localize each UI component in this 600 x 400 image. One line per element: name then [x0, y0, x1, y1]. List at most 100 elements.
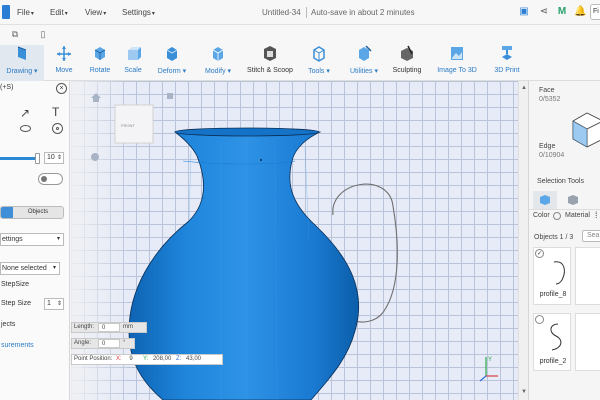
object-name: profile_8	[539, 291, 567, 298]
material-tab[interactable]: Material	[565, 212, 590, 219]
object-search-input[interactable]: Sea	[582, 230, 600, 242]
tool-tools[interactable]: Tools ▾	[304, 45, 334, 81]
tool-utilities-label: Utilities ▾	[349, 68, 379, 75]
size-stepper[interactable]: 10 ⇕	[44, 152, 64, 164]
tool-modify-label: Modify ▾	[204, 68, 232, 75]
menu-view-label: View	[85, 8, 103, 17]
mobile-icon[interactable]: ▯	[37, 28, 49, 40]
length-field[interactable]: 0	[98, 323, 120, 332]
tool-scale[interactable]: Scale	[120, 45, 146, 81]
selection-cube-icon[interactable]	[569, 109, 600, 149]
scale-icon	[128, 47, 141, 60]
tool-deform[interactable]: Deform ▾	[154, 45, 190, 81]
autosave-status: Auto-save in about 2 minutes	[311, 8, 415, 17]
copy-icon[interactable]: ⧉	[9, 28, 21, 40]
material-radio[interactable]	[553, 212, 561, 220]
color-tab[interactable]: Color	[533, 212, 550, 219]
right-panel: Face 0/5352 Edge 0/10904 Selection Tools…	[528, 81, 600, 400]
text-tool-icon[interactable]: T	[52, 105, 59, 119]
objects-count: Objects 1 / 3	[534, 234, 574, 241]
menu-edit[interactable]: Edit▾	[50, 8, 68, 17]
box-select-icon	[568, 195, 578, 205]
tool-stitch-scoop[interactable]: Stitch & Scoop	[244, 45, 296, 81]
tool-move[interactable]: Move	[50, 45, 78, 81]
edge-count: 0/10904	[539, 152, 565, 159]
tool-image-to-3d[interactable]: Image To 3D	[434, 45, 480, 81]
scroll-down-icon[interactable]: ▼	[521, 389, 527, 395]
title-divider	[306, 7, 307, 18]
tool-modify[interactable]: Modify ▾	[200, 45, 236, 81]
rotate-icon	[94, 47, 106, 60]
viewport-scrollbar[interactable]: ▲ ▼	[518, 81, 528, 400]
modify-icon	[212, 47, 224, 61]
view-mode-icon[interactable]	[167, 93, 173, 99]
document-title[interactable]: Untitled-34	[262, 8, 301, 17]
m-logo-icon[interactable]: M	[556, 6, 568, 18]
size-slider-track[interactable]	[0, 157, 38, 160]
z-value[interactable]: 43,00	[183, 356, 201, 362]
object-name: profile_2	[539, 358, 567, 365]
object-radio-selected[interactable]: ✓	[535, 249, 544, 258]
ellipse-tool-icon[interactable]	[20, 125, 31, 132]
tool-utilities[interactable]: Utilities ▾	[344, 45, 384, 81]
settings-select[interactable]: ettings ▾	[0, 233, 64, 246]
left-panel: (+S) × ↗ T 10 ⇕ Objects ettings ▾ None sel…	[0, 81, 70, 400]
angle-label: Angle:	[74, 340, 92, 346]
scroll-up-icon[interactable]: ▲	[521, 85, 527, 91]
image-to-3d-icon	[451, 47, 463, 60]
tool-3d-print-label: 3D Print	[494, 67, 520, 74]
object-card-partial[interactable]	[575, 313, 600, 371]
divider	[529, 209, 600, 210]
tool-drawing[interactable]: Drawing ▾	[0, 45, 44, 81]
tool-tools-label: Tools ▾	[308, 68, 330, 75]
account-button[interactable]: Fi	[590, 4, 600, 20]
scene-canvas: FRONT Y	[91, 93, 498, 400]
menu-file-label: File	[17, 8, 30, 17]
menu-view[interactable]: View▾	[85, 8, 106, 17]
x-value[interactable]: 9	[123, 355, 141, 364]
orbit-icon[interactable]	[91, 153, 99, 161]
home-icon[interactable]	[91, 93, 101, 102]
size-stepper-value: 10	[47, 154, 55, 161]
cube-icon	[540, 195, 550, 205]
menu-file[interactable]: File▾	[17, 8, 34, 17]
tool-sculpting[interactable]: Sculpting	[390, 45, 424, 81]
curve-tool-icon[interactable]: ↗	[20, 106, 30, 120]
toggle-switch[interactable]	[38, 173, 63, 185]
stepsize-heading: StepSize	[1, 281, 30, 288]
tool-3d-print[interactable]: 3D Print	[490, 45, 524, 81]
circle-tool-icon[interactable]	[52, 123, 63, 134]
angle-unit: °	[123, 340, 126, 346]
point-position-label: Point Position:	[74, 356, 113, 362]
move-icon	[57, 46, 71, 61]
segment-option-objects[interactable]: Objects	[13, 207, 63, 218]
tool-rotate[interactable]: Rotate	[86, 45, 114, 81]
more-options-icon[interactable]: ⁞	[595, 210, 598, 220]
segment-control[interactable]: Objects	[0, 206, 64, 219]
close-icon[interactable]: ×	[56, 83, 67, 94]
save-icon[interactable]: ▣	[518, 6, 530, 18]
object-card-partial[interactable]	[575, 247, 600, 305]
measurements-link[interactable]: surements	[1, 342, 34, 349]
object-radio[interactable]	[535, 315, 544, 324]
share-icon[interactable]: ⋖	[538, 6, 550, 18]
stepper-arrows-icon: ⇕	[56, 155, 62, 161]
y-value[interactable]: 208,00	[150, 356, 171, 362]
panel-title: (+S)	[0, 84, 14, 91]
face-count: 0/5352	[539, 96, 561, 103]
3d-viewport[interactable]: FRONT Y Length: 0 mm Angle: 0 ° Point Po…	[71, 81, 518, 400]
angle-field[interactable]: 0	[98, 339, 120, 348]
selection-tool-cube[interactable]	[533, 191, 557, 209]
selection-select-value: None selected	[2, 265, 47, 272]
chevron-down-icon: ▾	[52, 265, 56, 271]
size-slider-handle[interactable]	[35, 153, 40, 164]
view-cube[interactable]: FRONT	[114, 104, 154, 144]
bell-icon[interactable]: 🔔	[574, 6, 586, 18]
menu-settings[interactable]: Settings▾	[122, 8, 155, 17]
segment-option-selected[interactable]	[1, 207, 13, 218]
selection-select[interactable]: None selected ▾	[0, 262, 60, 275]
step-size-stepper[interactable]: 1 ⇕	[44, 298, 64, 310]
tool-deform-label: Deform ▾	[157, 68, 187, 75]
selection-tool-box[interactable]	[561, 191, 585, 209]
menu-settings-label: Settings	[122, 8, 151, 17]
